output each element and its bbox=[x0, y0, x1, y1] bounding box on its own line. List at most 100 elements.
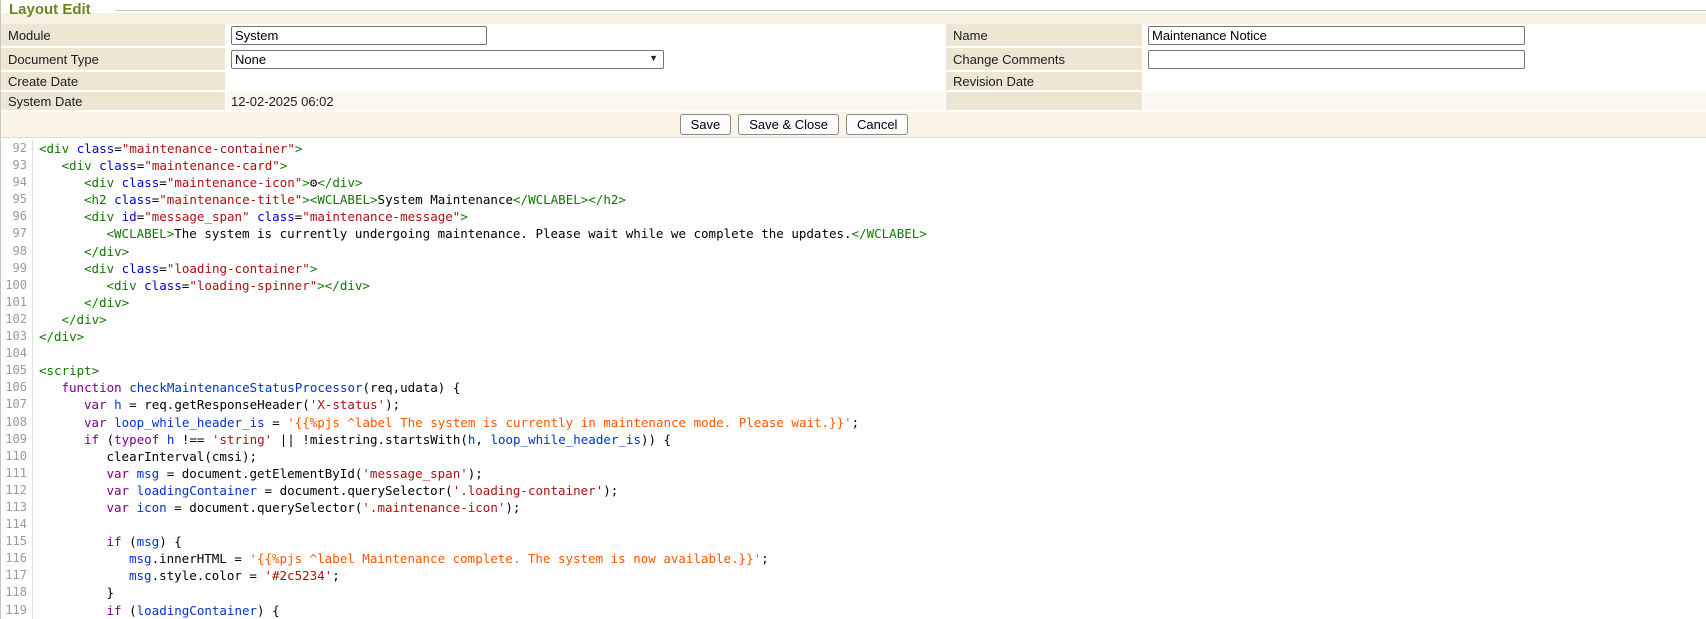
code-text[interactable]: var loop_while_header_is = '{{%pjs ^labe… bbox=[39, 414, 859, 431]
code-line[interactable]: 96 <div id="message_span" class="maintena… bbox=[1, 208, 1706, 225]
code-text[interactable]: <div class="maintenance-container"> bbox=[39, 140, 302, 157]
code-text[interactable]: function checkMaintenanceStatusProcessor… bbox=[39, 379, 460, 396]
line-number: 93 bbox=[1, 157, 33, 174]
field-value-blank bbox=[1144, 92, 1706, 110]
line-number: 114 bbox=[1, 516, 33, 533]
module-input[interactable] bbox=[231, 26, 487, 45]
line-number: 110 bbox=[1, 448, 33, 465]
code-text[interactable]: <script> bbox=[39, 362, 99, 379]
code-text[interactable]: msg.style.color = '#2c5234'; bbox=[39, 567, 340, 584]
field-label-document-type: Document Type bbox=[1, 48, 225, 70]
code-line[interactable]: 108var loop_while_header_is = '{{%pjs ^l… bbox=[1, 414, 1706, 431]
code-line[interactable]: 119 if (loadingContainer) { bbox=[1, 602, 1706, 619]
code-line[interactable]: 117msg.style.color = '#2c5234'; bbox=[1, 567, 1706, 584]
field-value-name bbox=[1144, 24, 1706, 46]
code-line[interactable]: 99 <div class="loading-container"> bbox=[1, 260, 1706, 277]
code-line[interactable]: 103 </div> bbox=[1, 328, 1706, 345]
code-line[interactable]: 92<div class="maintenance-container"> bbox=[1, 140, 1706, 157]
page-title: Layout Edit bbox=[9, 1, 91, 18]
field-label-system-date: System Date bbox=[1, 92, 225, 110]
code-text[interactable]: <WCLABEL>The system is currently undergo… bbox=[39, 225, 927, 242]
line-number: 111 bbox=[1, 465, 33, 482]
code-text[interactable]: var icon = document.querySelector('.main… bbox=[39, 499, 520, 516]
legend-rule bbox=[115, 10, 1706, 11]
code-line[interactable]: 112var loadingContainer = document.query… bbox=[1, 482, 1706, 499]
code-text[interactable]: var loadingContainer = document.querySel… bbox=[39, 482, 618, 499]
field-label-blank bbox=[946, 92, 1142, 110]
field-label-create-date: Create Date bbox=[1, 72, 225, 90]
code-line[interactable]: 110 clearInterval(cmsi); bbox=[1, 448, 1706, 465]
save-button[interactable]: Save bbox=[680, 114, 732, 135]
line-number: 100 bbox=[1, 277, 33, 294]
code-text[interactable]: <div id="message_span" class="maintenanc… bbox=[39, 208, 468, 225]
document-type-select[interactable]: None bbox=[232, 51, 663, 68]
field-value-change-comments bbox=[1144, 48, 1706, 70]
code-editor[interactable]: 92<div class="maintenance-container">93 <… bbox=[1, 137, 1706, 619]
field-value-system-date: 12-02-2025 06:02 bbox=[227, 92, 944, 110]
code-text[interactable]: if (msg) { bbox=[39, 533, 182, 550]
code-text[interactable]: if (typeof h !== 'string' || !miestring.… bbox=[39, 431, 671, 448]
line-number: 104 bbox=[1, 345, 33, 362]
code-line[interactable]: 115 if (msg) { bbox=[1, 533, 1706, 550]
code-line[interactable]: 109 if (typeof h !== 'string' || !miestri… bbox=[1, 431, 1706, 448]
line-number: 119 bbox=[1, 602, 33, 619]
code-line[interactable]: 104 bbox=[1, 345, 1706, 362]
line-number: 102 bbox=[1, 311, 33, 328]
code-text[interactable]: </div> bbox=[39, 328, 84, 345]
code-line[interactable]: 94<div class="maintenance-icon">⚙</div> bbox=[1, 174, 1706, 191]
code-line[interactable]: 114 bbox=[1, 516, 1706, 533]
code-line[interactable]: 98</div> bbox=[1, 243, 1706, 260]
line-number: 95 bbox=[1, 191, 33, 208]
line-number: 97 bbox=[1, 225, 33, 242]
code-line[interactable]: 111 var msg = document.getElementById('me… bbox=[1, 465, 1706, 482]
code-line[interactable]: 102 </div> bbox=[1, 311, 1706, 328]
code-line[interactable]: 97 <WCLABEL>The system is currently under… bbox=[1, 225, 1706, 242]
code-line[interactable]: 106function checkMaintenanceStatusProces… bbox=[1, 379, 1706, 396]
code-text[interactable]: clearInterval(cmsi); bbox=[39, 448, 257, 465]
line-number: 101 bbox=[1, 294, 33, 311]
field-label-module: Module bbox=[1, 24, 225, 46]
name-input[interactable] bbox=[1148, 26, 1525, 45]
line-number: 115 bbox=[1, 533, 33, 550]
code-text[interactable]: <div class="maintenance-icon">⚙</div> bbox=[39, 174, 363, 191]
code-text[interactable]: <h2 class="maintenance-title"><WCLABEL>S… bbox=[39, 191, 626, 208]
code-text[interactable]: <div class="loading-container"> bbox=[39, 260, 317, 277]
code-line[interactable]: 105 <script> bbox=[1, 362, 1706, 379]
code-text[interactable]: var msg = document.getElementById('messa… bbox=[39, 465, 483, 482]
line-number: 116 bbox=[1, 550, 33, 567]
line-number: 103 bbox=[1, 328, 33, 345]
line-number: 113 bbox=[1, 499, 33, 516]
field-value-revision-date bbox=[1144, 72, 1706, 90]
code-line[interactable]: 116 msg.innerHTML = '{{%pjs ^label Mainte… bbox=[1, 550, 1706, 567]
line-number: 99 bbox=[1, 260, 33, 277]
change-comments-input[interactable] bbox=[1148, 50, 1525, 69]
code-text[interactable]: </div> bbox=[39, 311, 107, 328]
line-number: 96 bbox=[1, 208, 33, 225]
code-line[interactable]: 113 var icon = document.querySelector('.m… bbox=[1, 499, 1706, 516]
code-text[interactable]: } bbox=[39, 584, 114, 601]
system-date-text: 12-02-2025 06:02 bbox=[231, 94, 334, 109]
line-number: 107 bbox=[1, 396, 33, 413]
button-bar: Save Save & Close Cancel bbox=[1, 112, 1706, 137]
code-line[interactable]: 100 <div class="loading-spinner"></div> bbox=[1, 277, 1706, 294]
code-text[interactable]: </div> bbox=[39, 243, 129, 260]
code-text[interactable]: msg.innerHTML = '{{%pjs ^label Maintenan… bbox=[39, 550, 769, 567]
code-text[interactable]: </div> bbox=[39, 294, 129, 311]
header-strip bbox=[1, 13, 1706, 24]
code-text[interactable]: <div class="loading-spinner"></div> bbox=[39, 277, 370, 294]
code-line[interactable]: 118} bbox=[1, 584, 1706, 601]
cancel-button[interactable]: Cancel bbox=[846, 114, 908, 135]
layout-edit-form: ModuleNameDocument TypeNone▼Change Comme… bbox=[1, 24, 1706, 110]
code-text[interactable]: var h = req.getResponseHeader('X-status'… bbox=[39, 396, 400, 413]
code-line[interactable]: 107 var h = req.getResponseHeader('X-stat… bbox=[1, 396, 1706, 413]
line-number: 118 bbox=[1, 584, 33, 601]
code-line[interactable]: 101 </div> bbox=[1, 294, 1706, 311]
code-line[interactable]: 95 <h2 class="maintenance-title"><WCLABEL… bbox=[1, 191, 1706, 208]
field-label-change-comments: Change Comments bbox=[946, 48, 1142, 70]
line-number: 109 bbox=[1, 431, 33, 448]
code-line[interactable]: 93 <div class="maintenance-card"> bbox=[1, 157, 1706, 174]
code-text[interactable]: <div class="maintenance-card"> bbox=[39, 157, 287, 174]
code-text[interactable]: if (loadingContainer) { bbox=[39, 602, 280, 619]
line-number: 105 bbox=[1, 362, 33, 379]
save-close-button[interactable]: Save & Close bbox=[738, 114, 839, 135]
